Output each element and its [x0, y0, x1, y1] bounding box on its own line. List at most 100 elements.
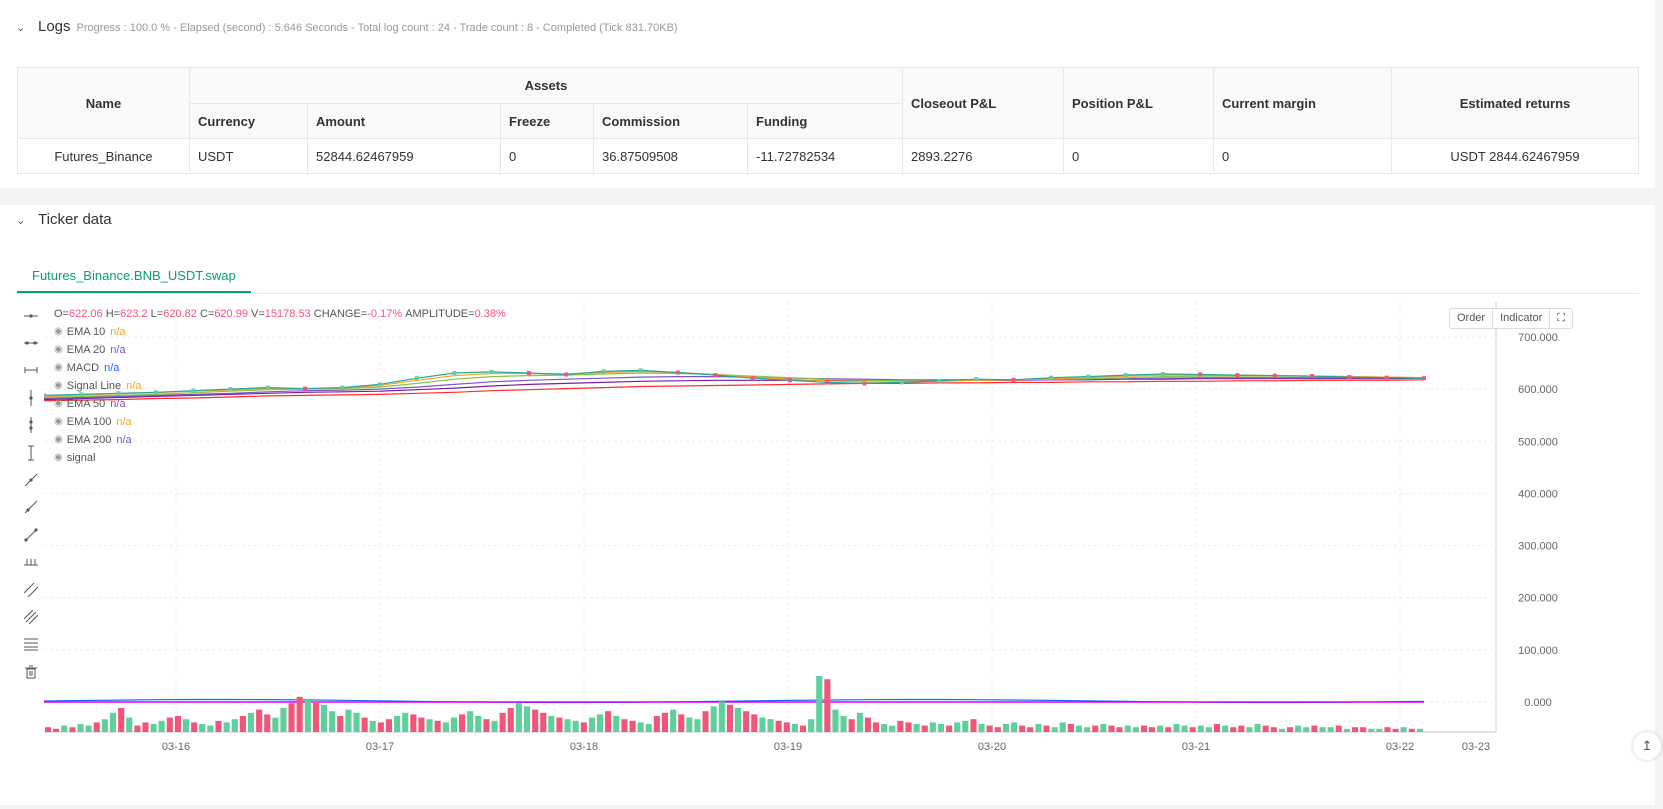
y-tick-label: 400.000	[1518, 488, 1558, 500]
fullscreen-icon[interactable]: ⛶	[1550, 309, 1572, 328]
price-channel-icon[interactable]	[20, 549, 42, 576]
volume-bar	[1400, 727, 1407, 732]
volume-bar	[1213, 724, 1220, 732]
x-tick-label: 03-23	[1462, 741, 1490, 753]
high-label: H=	[105, 308, 121, 320]
ticker-header[interactable]: ⌄ Ticker data	[16, 211, 112, 228]
volume-bar	[629, 720, 636, 732]
volume-bar	[1002, 724, 1009, 732]
eye-icon[interactable]: ◉	[54, 323, 63, 341]
eye-icon[interactable]: ◉	[54, 359, 63, 377]
volume-bar	[1327, 727, 1334, 732]
y-tick-label: 200.000	[1518, 593, 1558, 605]
volume-bar	[199, 724, 206, 732]
tab-bnb-usdt-swap[interactable]: Futures_Binance.BNB_USDT.swap	[17, 258, 251, 293]
y-tick-label: 500.000	[1518, 436, 1558, 448]
volume-bar	[1205, 727, 1212, 732]
legend-item-ema10[interactable]: ◉ EMA 10 n/a	[54, 323, 506, 341]
candle	[1347, 375, 1352, 380]
candle	[750, 376, 755, 381]
chevron-down-icon[interactable]: ⌄	[16, 21, 30, 34]
volume-bar	[1254, 724, 1261, 732]
volume-bar	[1384, 727, 1391, 732]
eye-icon[interactable]: ◉	[54, 377, 63, 395]
y-tick-label: 0.000	[1524, 697, 1552, 709]
eye-icon[interactable]: ◉	[54, 413, 63, 431]
high-value: 623.2	[120, 308, 148, 320]
legend-item-ema20[interactable]: ◉ EMA 20 n/a	[54, 341, 506, 359]
logs-header[interactable]: ⌄ Logs Progress : 100.0 % - Elapsed (sec…	[16, 18, 678, 35]
legend-item-signal-line[interactable]: ◉ Signal Line n/a	[54, 377, 506, 395]
candle	[564, 372, 569, 377]
volume-bar	[962, 720, 969, 732]
col-name: Name	[17, 67, 190, 139]
eye-icon[interactable]: ◉	[54, 449, 63, 467]
ray-line-icon[interactable]	[20, 494, 42, 521]
vertical-line-icon[interactable]	[20, 384, 42, 411]
segment-line-icon[interactable]	[20, 521, 42, 548]
volume-bar	[418, 717, 425, 732]
candle	[1011, 377, 1016, 382]
volume-bar	[507, 708, 514, 732]
cell-currency: USDT	[189, 138, 308, 174]
legend-value: n/a	[116, 434, 132, 446]
col-freeze: Freeze	[500, 103, 594, 139]
cell-funding: -11.72782534	[747, 138, 903, 174]
horizontal-segment-icon[interactable]	[20, 357, 42, 384]
volume-bar	[832, 709, 839, 732]
col-position: Position P&L	[1063, 67, 1214, 139]
x-tick-label: 03-20	[978, 741, 1006, 753]
vertical-segment-icon[interactable]	[20, 439, 42, 466]
volume-bar	[1278, 728, 1285, 732]
trend-line-icon[interactable]	[20, 466, 42, 493]
trash-icon[interactable]	[20, 658, 42, 685]
legend-item-ema50[interactable]: ◉ EMA 50 n/a	[54, 395, 506, 413]
volume-bar	[978, 724, 985, 732]
legend-label: EMA 10	[66, 326, 106, 338]
fibonacci-lines-icon[interactable]	[20, 603, 42, 630]
volume-bar	[491, 720, 498, 732]
horizontal-ray-icon[interactable]	[20, 329, 42, 356]
volume-bar	[986, 725, 993, 732]
scroll-to-top-icon[interactable]: ↥	[1633, 732, 1661, 760]
volume-bar	[1343, 728, 1350, 732]
vertical-ray-icon[interactable]	[20, 412, 42, 439]
volume-bar	[1262, 725, 1269, 732]
volume-bar	[385, 719, 392, 732]
volume-bar	[824, 679, 831, 732]
volume-bar	[45, 727, 52, 732]
legend-label: MACD	[66, 362, 100, 374]
fibonacci-retracement-icon[interactable]	[20, 631, 42, 658]
volume-bar	[702, 711, 709, 732]
change-label: CHANGE=	[313, 308, 368, 320]
volume-bar	[321, 704, 328, 732]
amplitude-label: AMPLITUDE=	[405, 308, 475, 320]
volume-bar	[686, 717, 693, 732]
volume-bar	[215, 720, 222, 732]
legend-item-ema100[interactable]: ◉ EMA 100 n/a	[54, 413, 506, 431]
candle	[862, 381, 867, 386]
eye-icon[interactable]: ◉	[54, 341, 63, 359]
volume-bar	[93, 722, 100, 732]
volume-bar	[718, 701, 725, 732]
legend-label: EMA 100	[66, 416, 112, 428]
volume-bar	[207, 725, 214, 732]
horizontal-line-icon[interactable]	[20, 302, 42, 329]
volume-bar	[532, 709, 539, 732]
eye-icon[interactable]: ◉	[54, 431, 63, 449]
legend-item-signal[interactable]: ◉ signal	[54, 449, 506, 467]
legend-value: n/a	[126, 380, 142, 392]
volume-bar	[166, 717, 173, 732]
chevron-down-icon[interactable]: ⌄	[16, 214, 30, 227]
order-button[interactable]: Order	[1450, 309, 1494, 328]
candle	[1049, 375, 1053, 380]
volume-bar	[1189, 727, 1196, 732]
eye-icon[interactable]: ◉	[54, 395, 63, 413]
volume-bar	[158, 720, 165, 732]
parallel-lines-icon[interactable]	[20, 576, 42, 603]
indicator-button[interactable]: Indicator	[1493, 309, 1551, 328]
volume-bar	[726, 704, 733, 732]
legend-item-macd[interactable]: ◉ MACD n/a	[54, 359, 506, 377]
volume-bar	[329, 711, 336, 732]
legend-item-ema200[interactable]: ◉ EMA 200 n/a	[54, 431, 506, 449]
